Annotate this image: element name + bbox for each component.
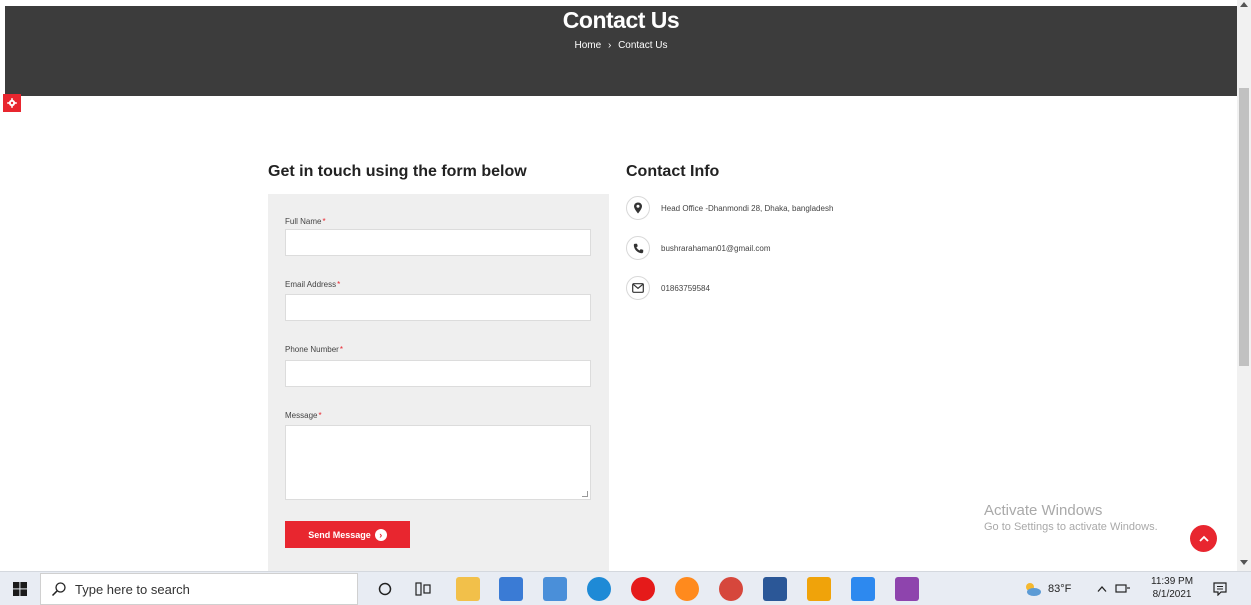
- xampp-icon[interactable]: [807, 577, 831, 601]
- weather-widget[interactable]: 83°F: [1022, 572, 1071, 605]
- phone-input[interactable]: [285, 360, 591, 387]
- scroll-down-arrow-icon[interactable]: [1240, 560, 1248, 565]
- email-input[interactable]: [285, 294, 591, 321]
- search-icon: [51, 582, 66, 597]
- network-icon[interactable]: [1115, 572, 1131, 605]
- full-name-label: Full Name*: [285, 217, 326, 226]
- required-mark: *: [318, 411, 322, 420]
- form-heading: Get in touch using the form below: [268, 163, 527, 180]
- page-banner: Contact Us Home › Contact Us: [5, 6, 1237, 96]
- taskbar-clock[interactable]: 11:39 PM 8/1/2021: [1151, 575, 1193, 601]
- chevron-up-icon: [1097, 586, 1107, 592]
- send-message-button[interactable]: Send Message ›: [285, 521, 410, 548]
- send-message-label: Send Message: [308, 529, 371, 540]
- page: Contact Us Home › Contact Us Get in touc…: [0, 0, 1251, 605]
- address-text: Head Office -Dhanmondi 28, Dhaka, bangla…: [661, 203, 834, 213]
- opera-browser-icon[interactable]: [631, 577, 655, 601]
- scrollbar-thumb[interactable]: [1239, 88, 1249, 366]
- taskbar-search-box[interactable]: Type here to search: [40, 573, 358, 605]
- task-view-icon[interactable]: [411, 577, 435, 601]
- scroll-up-arrow-icon[interactable]: [1240, 2, 1248, 7]
- photos-icon[interactable]: [851, 577, 875, 601]
- search-placeholder: Type here to search: [75, 581, 190, 597]
- firefox-browser-icon[interactable]: [675, 577, 699, 601]
- breadcrumb-separator: ›: [607, 40, 612, 51]
- chevron-up-icon: [1198, 535, 1209, 542]
- message-label: Message*: [285, 411, 322, 420]
- page-scrollbar[interactable]: [1237, 0, 1251, 571]
- weather-sun-cloud-icon: [1026, 583, 1041, 596]
- contact-info-heading: Contact Info: [626, 163, 720, 180]
- phone-label-text: Phone Number: [285, 345, 339, 354]
- full-name-input[interactable]: [285, 229, 591, 256]
- phone-number-text: 01863759584: [661, 283, 710, 293]
- email-label-text: Email Address: [285, 280, 337, 289]
- windows-taskbar: Type here to search 83°F 11:39 PM 8/1/20…: [0, 571, 1251, 605]
- breadcrumb: Home › Contact Us: [5, 40, 1237, 51]
- weather-temperature: 83°F: [1048, 583, 1072, 595]
- winrar-icon[interactable]: [895, 577, 919, 601]
- notification-center-icon[interactable]: [1213, 572, 1227, 605]
- required-mark: *: [339, 345, 343, 354]
- word-icon[interactable]: [763, 577, 787, 601]
- edge-browser-icon[interactable]: [587, 577, 611, 601]
- breadcrumb-current: Contact Us: [618, 40, 668, 51]
- email-label: Email Address*: [285, 280, 340, 289]
- settings-toggle-button[interactable]: [3, 94, 21, 112]
- show-hidden-icons-button[interactable]: [1097, 572, 1107, 605]
- message-label-text: Message: [285, 411, 318, 420]
- contact-info-address: Head Office -Dhanmondi 28, Dhaka, bangla…: [626, 196, 833, 220]
- contact-info-email: bushrarahaman01@gmail.com: [626, 236, 771, 260]
- file-explorer-icon[interactable]: [456, 577, 480, 601]
- phone-label: Phone Number*: [285, 345, 343, 354]
- page-title: Contact Us: [562, 7, 680, 33]
- gear-icon: [7, 98, 17, 108]
- required-mark: *: [337, 280, 341, 289]
- resize-grip-icon[interactable]: [582, 491, 588, 497]
- email-text[interactable]: bushrarahaman01@gmail.com: [661, 244, 771, 253]
- clock-time: 11:39 PM: [1151, 576, 1194, 587]
- map-pin-icon: [626, 196, 650, 220]
- required-mark: *: [322, 217, 326, 226]
- start-button[interactable]: [0, 572, 40, 605]
- contact-form: Full Name* Email Address* Phone Number* …: [268, 194, 609, 572]
- breadcrumb-home-link[interactable]: Home: [574, 40, 601, 51]
- mail-icon[interactable]: [543, 577, 567, 601]
- back-to-top-button[interactable]: [1190, 525, 1217, 552]
- activate-windows-title: Activate Windows: [984, 502, 1103, 519]
- full-name-label-text: Full Name: [285, 217, 322, 226]
- activate-windows-subtitle: Go to Settings to activate Windows.: [984, 521, 1158, 533]
- arrow-right-circle-icon: ›: [374, 528, 387, 541]
- activate-windows-watermark: Activate Windows Go to Settings to activ…: [984, 502, 1158, 533]
- contact-info-phone: 01863759584: [626, 276, 710, 300]
- windows-logo-icon: [13, 582, 27, 596]
- envelope-icon: [626, 276, 650, 300]
- clock-date: 8/1/2021: [1152, 589, 1192, 600]
- cortana-icon[interactable]: [373, 577, 397, 601]
- phone-icon: [626, 236, 650, 260]
- store-icon[interactable]: [499, 577, 523, 601]
- message-textarea[interactable]: [285, 425, 591, 500]
- chrome-browser-icon[interactable]: [719, 577, 743, 601]
